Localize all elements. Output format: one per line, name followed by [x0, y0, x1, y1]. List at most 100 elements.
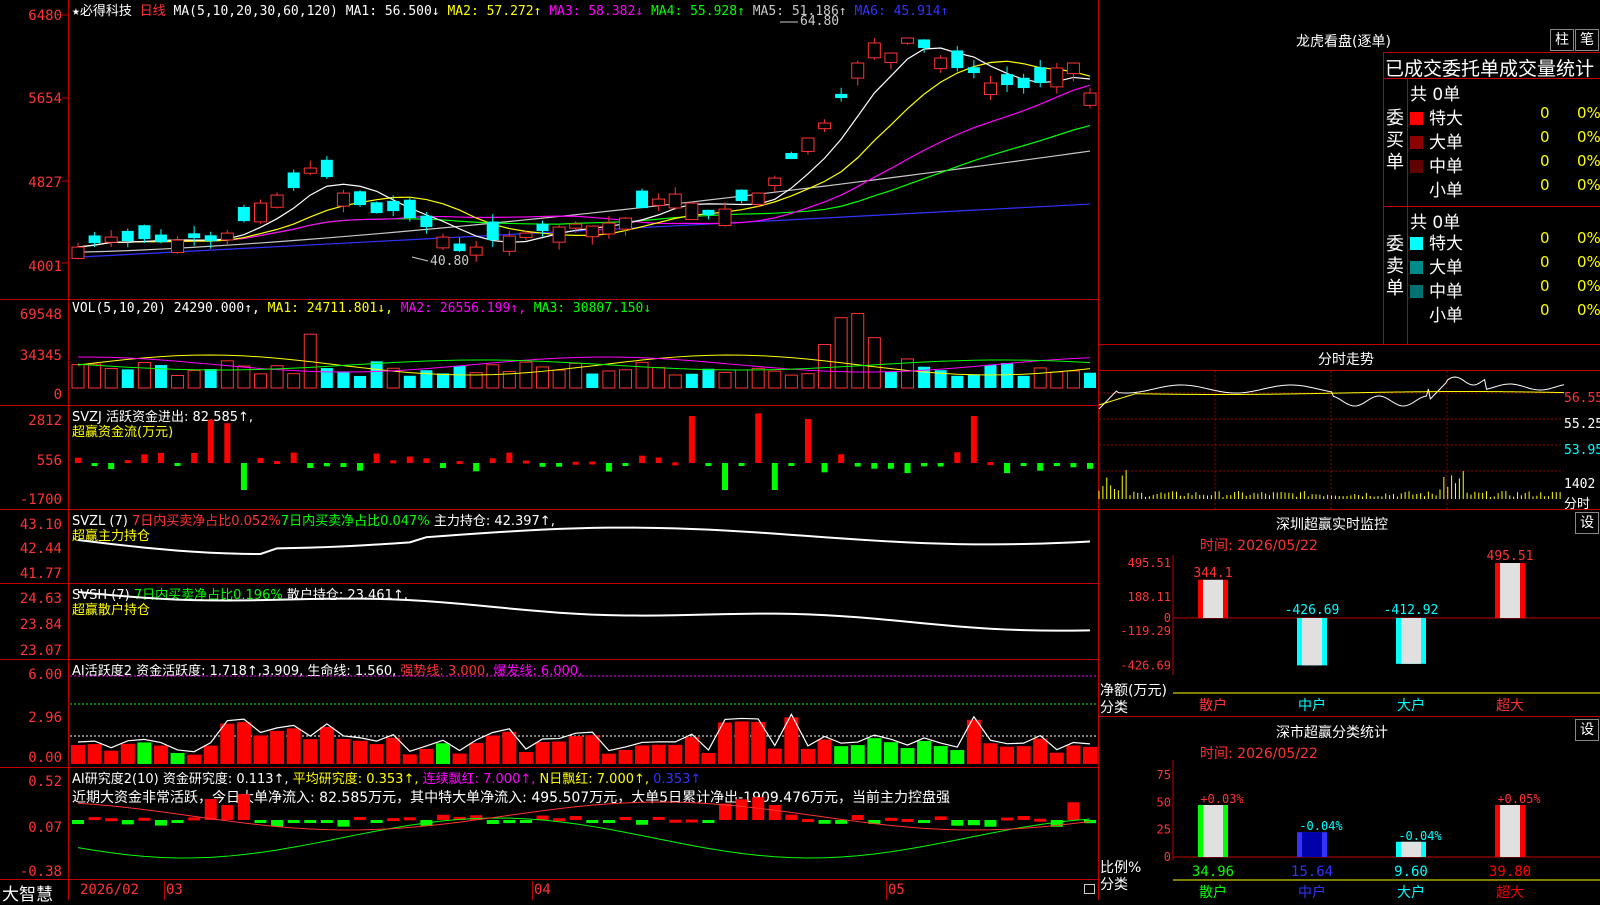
order-row: 中单: [1410, 277, 1463, 302]
fundflow-bar: [423, 458, 430, 463]
candle-body: [785, 153, 798, 160]
volume-bar: [71, 364, 85, 389]
candle-body: [138, 225, 151, 240]
classify-change-label: +0.03%: [1200, 792, 1244, 806]
research-bar: [652, 816, 665, 820]
order-row: 中单: [1410, 152, 1463, 177]
divider: [1383, 52, 1600, 53]
fundflow-bar: [921, 463, 928, 467]
fundflow-bar: [1070, 463, 1077, 468]
activity-bar: [419, 748, 434, 764]
bar-view-button[interactable]: 柱: [1550, 29, 1574, 51]
classify-bar-chart[interactable]: 75 50 25 0 +0.03% 34.96 散户 -0.04% 15.64 中户 -0.04% 9…: [1099, 760, 1600, 901]
svzj-chart[interactable]: [0, 406, 1098, 509]
volume-bar: [253, 373, 267, 389]
intraday-chart[interactable]: [1098, 371, 1565, 509]
buy-total: 共 0单: [1410, 85, 1461, 105]
candle-body: [270, 194, 284, 208]
candle-body: [519, 232, 533, 238]
divider: [1383, 52, 1384, 344]
ai-research-chart[interactable]: [0, 768, 1098, 879]
intraday-axis-label: 53.95: [1564, 443, 1600, 458]
classify-title: 深市超赢分类统计: [1276, 725, 1388, 741]
monitor-cat-label: 分类: [1100, 700, 1128, 716]
volume-bar: [104, 367, 118, 389]
intraday-axis-label: 56.55: [1564, 391, 1600, 406]
activity-bar: [1016, 746, 1031, 764]
classify-change-label: -0.04%: [1398, 829, 1442, 843]
order-pct: 0%: [1577, 104, 1600, 122]
order-type: 特大: [1429, 234, 1463, 254]
activity-bar: [120, 743, 135, 764]
fundflow-bar: [871, 463, 878, 469]
candle-body: [735, 189, 748, 202]
volume-chart[interactable]: [0, 300, 1098, 405]
volume-bar: [436, 373, 449, 388]
order-type: 大单: [1429, 133, 1463, 153]
candle-body: [237, 206, 250, 222]
candle-body: [1066, 62, 1080, 75]
order-count: 0: [1540, 128, 1550, 146]
research-bar: [138, 817, 151, 821]
order-swatch: [1410, 237, 1423, 250]
order-type: 小单: [1429, 306, 1463, 326]
research-bar: [354, 817, 367, 821]
monitor-bar-highlight: [1203, 579, 1223, 618]
volume-bar: [536, 366, 550, 389]
activity-bar: [203, 745, 218, 764]
monitor-category: 超大: [1496, 698, 1524, 714]
candle-body: [618, 217, 632, 230]
candle-body: [585, 225, 599, 238]
lock-icon[interactable]: [1084, 884, 1095, 894]
high-annotation: 64.80: [800, 14, 840, 29]
order-row: 特大: [1410, 104, 1463, 129]
activity-bar: [684, 737, 699, 764]
order-type: 大单: [1429, 258, 1463, 278]
fundflow-bar: [506, 452, 513, 463]
fundflow-bar: [91, 463, 98, 466]
research-bar: [1034, 818, 1047, 822]
activity-bar: [435, 743, 450, 764]
order-type: 小单: [1429, 181, 1463, 201]
research-bar: [934, 816, 947, 820]
research-bar: [685, 819, 698, 823]
buy-orders-label: 委 买 单: [1386, 108, 1404, 174]
tick-view-button[interactable]: 笔: [1575, 29, 1599, 51]
monitor-value-label: -426.69: [1285, 603, 1340, 618]
order-swatch: [1410, 184, 1423, 197]
fundflow-bar: [406, 456, 413, 463]
classify-category: 超大: [1496, 885, 1524, 901]
classify-settings-button[interactable]: 设: [1575, 719, 1599, 741]
volume-bar: [1066, 370, 1080, 389]
svzl-chart[interactable]: [0, 510, 1098, 583]
volume-bar: [1050, 371, 1064, 389]
monitor-value-label: 495.51: [1487, 549, 1534, 564]
divider: [1099, 509, 1600, 510]
fundflow-bar: [639, 455, 646, 463]
activity-bar: [71, 744, 85, 764]
fundflow-bar: [821, 463, 828, 473]
activity-bar: [585, 735, 600, 764]
fundflow-bar: [1037, 463, 1044, 471]
research-bar: [801, 819, 814, 823]
order-pct: 0%: [1577, 128, 1600, 146]
order-stats-tabs[interactable]: 已成交委托单成交量统计: [1385, 54, 1594, 81]
candlestick-chart[interactable]: [0, 0, 1098, 299]
fundflow-bar: [722, 463, 729, 490]
fundflow-bar: [854, 463, 861, 467]
classify-value-label: 34.96: [1192, 864, 1234, 880]
volume-bar: [552, 369, 566, 389]
order-swatch: [1410, 285, 1423, 298]
monitor-settings-button[interactable]: 设: [1575, 512, 1599, 534]
candle-body: [220, 232, 234, 241]
activity-bar: [917, 740, 932, 764]
ai-active-chart[interactable]: [0, 660, 1098, 767]
classify-axis-label: 0: [1164, 850, 1171, 864]
candle-body: [768, 177, 782, 187]
fundflow-bar: [755, 413, 762, 463]
fundflow-bar: [473, 463, 480, 472]
candle-body: [569, 223, 583, 229]
monitor-bar-chart[interactable]: 495.51 188.11 0-119.29 -426.69 344.1 散户 -426.6…: [1099, 549, 1600, 715]
candle-body: [884, 52, 898, 63]
svsh-chart[interactable]: [0, 584, 1098, 659]
